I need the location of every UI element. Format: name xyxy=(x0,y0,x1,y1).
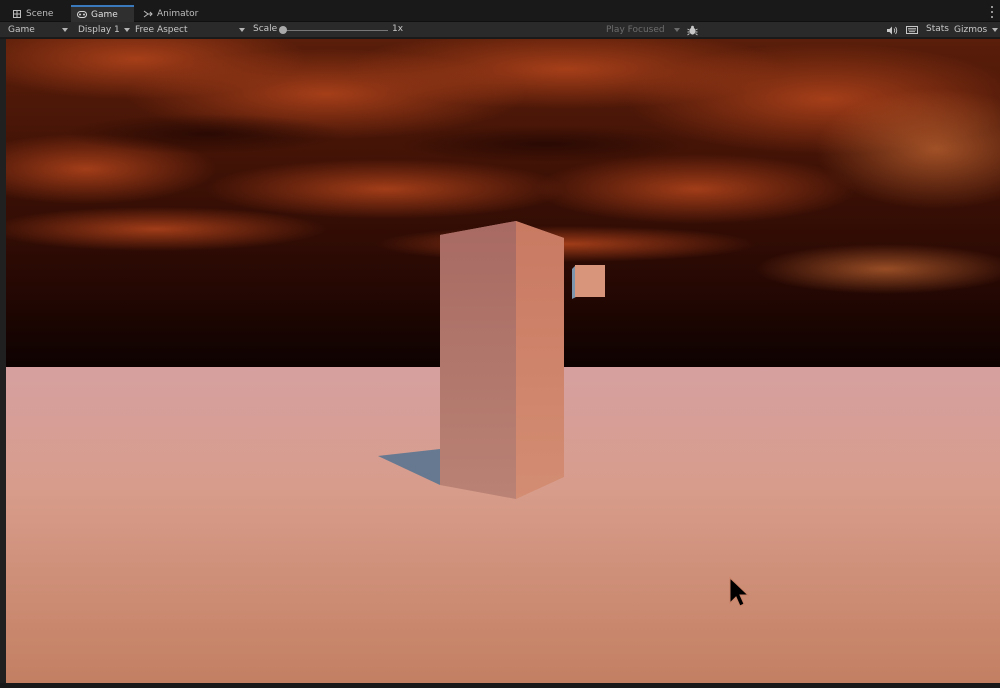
chevron-down-icon xyxy=(992,28,998,32)
tab-game[interactable]: Game xyxy=(71,5,134,22)
tab-scene[interactable]: Scene xyxy=(6,5,59,22)
aspect-dropdown[interactable]: Free Aspect xyxy=(135,23,245,37)
play-mode-dropdown[interactable]: Play Focused xyxy=(606,23,680,37)
scale-value: 1x xyxy=(392,24,404,34)
tab-animator-label: Animator xyxy=(157,8,199,19)
game-render xyxy=(6,39,1000,683)
tab-animator[interactable]: Animator xyxy=(137,5,204,22)
gizmos-dropdown[interactable]: Gizmos xyxy=(954,23,998,37)
more-options-icon[interactable] xyxy=(990,6,994,18)
gamepad-icon xyxy=(77,10,87,20)
tab-scene-label: Scene xyxy=(26,8,54,19)
keyboard-icon[interactable] xyxy=(905,23,919,37)
play-mode-label: Play Focused xyxy=(606,25,665,35)
mouse-cursor-icon xyxy=(729,576,750,607)
animator-icon xyxy=(143,9,153,19)
floating-cube xyxy=(572,265,605,299)
view-mode-label: Game xyxy=(8,25,35,35)
display-dropdown[interactable]: Display 1 xyxy=(78,23,130,37)
scale-slider-handle[interactable] xyxy=(279,26,287,34)
game-viewport[interactable] xyxy=(6,39,1000,683)
game-toolbar: Game Display 1 Free Aspect Scale 1x Play… xyxy=(0,22,1000,38)
display-label: Display 1 xyxy=(78,25,120,35)
panel-bottom-edge xyxy=(0,683,1000,688)
gizmos-label: Gizmos xyxy=(954,25,988,35)
tab-bar: Scene Game Animator xyxy=(0,0,1000,22)
scale-label: Scale xyxy=(253,24,278,34)
aspect-label: Free Aspect xyxy=(135,25,188,35)
bug-icon[interactable] xyxy=(685,23,699,37)
tab-game-label: Game xyxy=(91,9,118,20)
pillar xyxy=(440,221,564,499)
chevron-down-icon xyxy=(124,28,130,32)
chevron-down-icon xyxy=(62,28,68,32)
grid-icon xyxy=(12,9,22,19)
scale-slider-track[interactable] xyxy=(282,30,388,31)
view-mode-dropdown[interactable]: Game xyxy=(8,23,68,37)
chevron-down-icon xyxy=(239,28,245,32)
chevron-down-icon xyxy=(674,28,680,32)
stats-button[interactable]: Stats xyxy=(926,24,949,34)
audio-icon[interactable] xyxy=(885,23,899,37)
